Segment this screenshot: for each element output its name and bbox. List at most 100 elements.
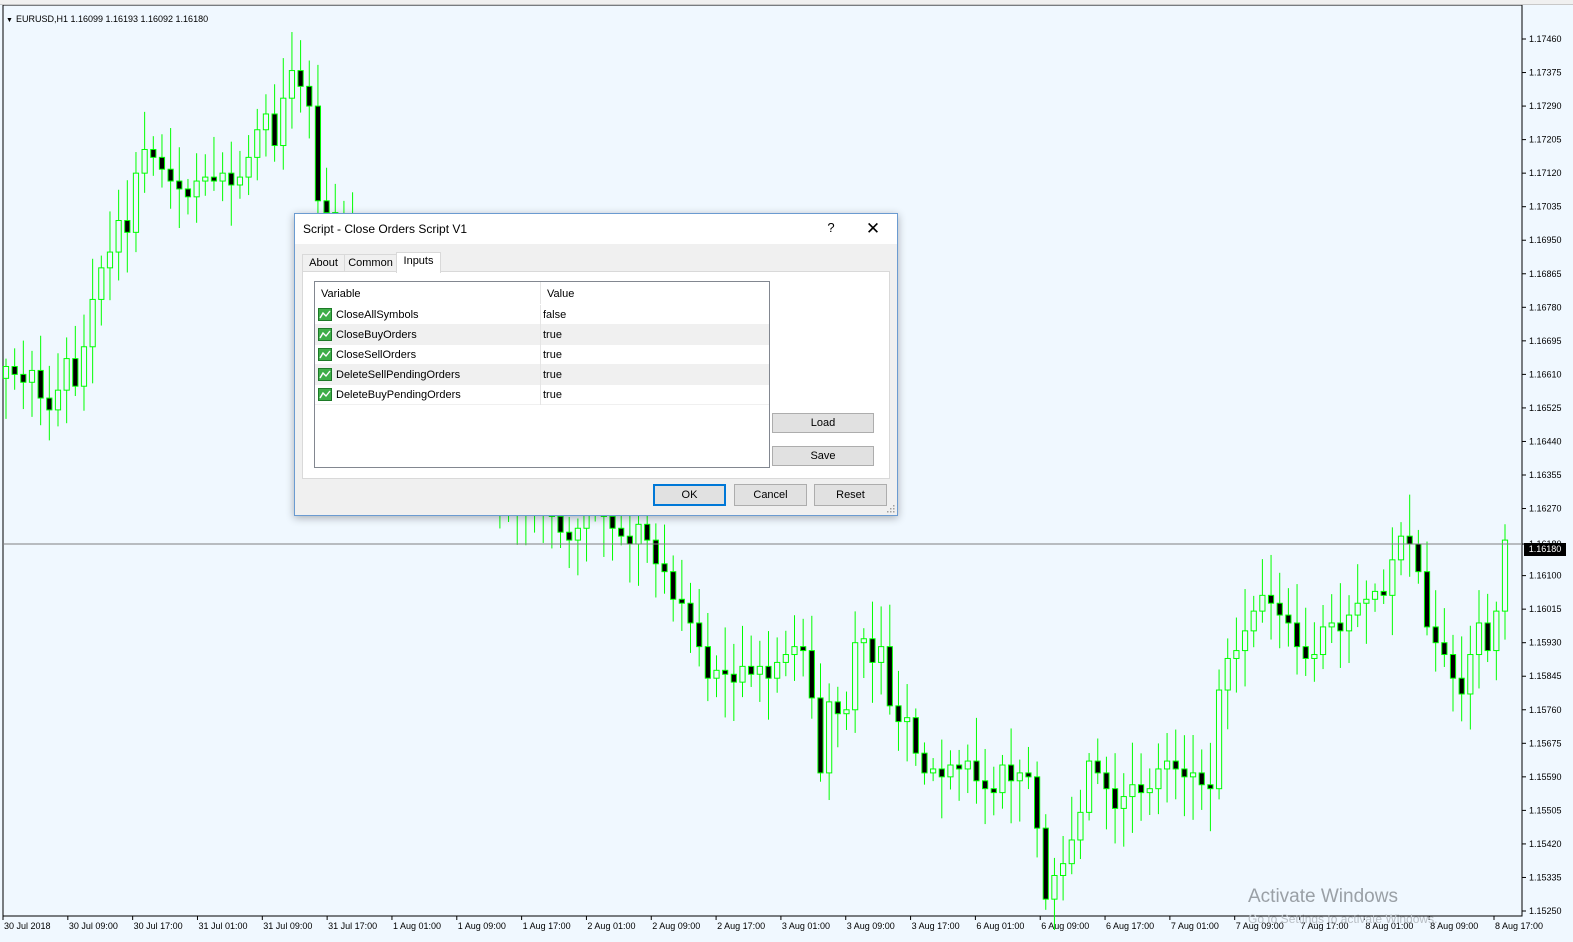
bear-candle <box>1267 594 1275 604</box>
variable-cell[interactable]: DeleteBuyPendingOrders <box>315 385 541 405</box>
bull-candle <box>193 180 200 198</box>
bear-candle <box>167 168 174 182</box>
bear-candle <box>1042 827 1049 900</box>
chevron-down-icon[interactable]: ▼ <box>6 17 13 24</box>
value-cell[interactable]: false <box>543 305 566 325</box>
bear-candle <box>626 535 633 545</box>
dialog-body: About Common Inputs Variable Value Close… <box>295 244 897 515</box>
parameter-icon <box>318 328 332 341</box>
bear-candle <box>808 650 815 699</box>
column-header-value[interactable]: Value <box>541 282 769 304</box>
x-tick-label: 7 Aug 01:00 <box>1171 921 1219 931</box>
bear-candle <box>678 598 685 604</box>
value-cell[interactable]: true <box>543 325 562 345</box>
bear-candle <box>210 176 218 182</box>
bull-candle <box>115 220 122 253</box>
variable-name: DeleteSellPendingOrders <box>336 369 461 381</box>
y-tick-label: 1.16355 <box>1529 470 1562 480</box>
bull-candle <box>98 267 105 300</box>
save-button[interactable]: Save <box>772 446 874 466</box>
bear-candle <box>46 397 53 411</box>
bull-candle <box>964 760 971 770</box>
symbol-header[interactable]: ▼ EURUSD,H1 1.16099 1.16193 1.16092 1.161… <box>6 14 208 24</box>
table-row[interactable]: CloseBuyOrders true <box>315 325 769 345</box>
tab-about[interactable]: About <box>302 254 345 272</box>
bear-candle <box>670 571 677 600</box>
x-tick-label: 1 Aug 01:00 <box>393 921 441 931</box>
load-button[interactable]: Load <box>772 413 874 433</box>
bull-candle <box>1233 650 1240 659</box>
x-tick-label: 3 Aug 17:00 <box>912 921 960 931</box>
bear-candle <box>1094 760 1101 774</box>
y-tick-label: 1.15930 <box>1529 638 1562 648</box>
tab-inputs[interactable]: Inputs <box>396 252 441 273</box>
bear-candle <box>72 358 79 387</box>
variable-cell[interactable]: CloseAllSymbols <box>315 305 541 325</box>
cancel-button[interactable]: Cancel <box>734 484 807 506</box>
bull-candle <box>739 665 746 683</box>
bear-candle <box>1449 654 1457 679</box>
x-tick-label: 8 Aug 17:00 <box>1495 921 1543 931</box>
bear-candle <box>973 760 980 782</box>
bull-candle <box>219 172 226 182</box>
dialog-title: Script - Close Orders Script V1 <box>303 222 468 236</box>
bear-candle <box>557 515 564 533</box>
bear-candle <box>990 788 997 794</box>
inputs-table[interactable]: Variable Value CloseAllSymbols false Close… <box>314 281 770 468</box>
help-button[interactable]: ? <box>823 220 839 238</box>
close-icon[interactable]: ✕ <box>861 218 885 240</box>
y-tick-label: 1.15590 <box>1529 772 1562 782</box>
bull-candle <box>1311 654 1318 659</box>
bear-candle <box>1285 614 1292 624</box>
y-tick-label: 1.15845 <box>1529 671 1562 681</box>
ok-button[interactable]: OK <box>653 484 726 506</box>
bear-candle <box>1276 602 1283 616</box>
x-tick-label: 31 Jul 01:00 <box>198 921 247 931</box>
tab-common[interactable]: Common <box>344 254 397 272</box>
bull-candle <box>1189 772 1197 778</box>
x-tick-label: 6 Aug 17:00 <box>1106 921 1154 931</box>
bear-candle <box>938 768 945 778</box>
symbol-ohlc-text: EURUSD,H1 1.16099 1.16193 1.16092 1.1618… <box>15 14 209 24</box>
bull-candle <box>1085 760 1093 813</box>
bear-candle <box>1025 772 1032 778</box>
bear-candle <box>817 697 824 774</box>
bull-candle <box>791 646 798 656</box>
value-cell[interactable]: true <box>543 345 562 365</box>
x-tick-label: 31 Jul 17:00 <box>328 921 377 931</box>
bear-candle <box>150 148 157 158</box>
variable-cell[interactable]: CloseBuyOrders <box>315 325 541 345</box>
x-tick-label: 1 Aug 09:00 <box>458 921 506 931</box>
bull-candle <box>80 346 88 387</box>
variable-name: DeleteBuyPendingOrders <box>336 389 461 401</box>
bull-candle <box>280 97 287 147</box>
table-row[interactable]: CloseAllSymbols false <box>315 305 769 325</box>
script-dialog[interactable]: Script - Close Orders Script V1 ? ✕ Abou… <box>294 213 898 516</box>
bull-candle <box>89 298 96 348</box>
bull-candle <box>236 176 244 186</box>
value-cell[interactable]: true <box>543 385 562 405</box>
bull-candle <box>1241 630 1249 652</box>
x-tick-label: 3 Aug 01:00 <box>782 921 830 931</box>
column-header-variable[interactable]: Variable <box>315 282 541 304</box>
table-row[interactable]: DeleteBuyPendingOrders true <box>315 385 769 405</box>
bull-candle <box>106 251 114 269</box>
bear-candle <box>696 622 703 648</box>
bull-candle <box>141 148 148 174</box>
y-tick-label: 1.16270 <box>1529 504 1562 514</box>
x-tick-label: 30 Jul 2018 <box>4 921 51 931</box>
variable-cell[interactable]: DeleteSellPendingOrders <box>315 365 541 385</box>
y-tick-label: 1.17035 <box>1529 202 1562 212</box>
y-tick-label: 1.15420 <box>1529 839 1562 849</box>
reset-button[interactable]: Reset <box>814 484 887 506</box>
table-row[interactable]: CloseSellOrders true <box>315 345 769 365</box>
resize-grip-icon[interactable] <box>887 505 895 513</box>
bull-candle <box>713 669 720 679</box>
value-cell[interactable]: true <box>543 365 562 385</box>
bear-candle <box>956 764 963 770</box>
table-row[interactable]: DeleteSellPendingOrders true <box>315 365 769 385</box>
variable-cell[interactable]: CloseSellOrders <box>315 345 541 365</box>
parameter-icon <box>318 348 332 361</box>
y-tick-label: 1.16865 <box>1529 269 1562 279</box>
bear-candle <box>1380 590 1387 596</box>
